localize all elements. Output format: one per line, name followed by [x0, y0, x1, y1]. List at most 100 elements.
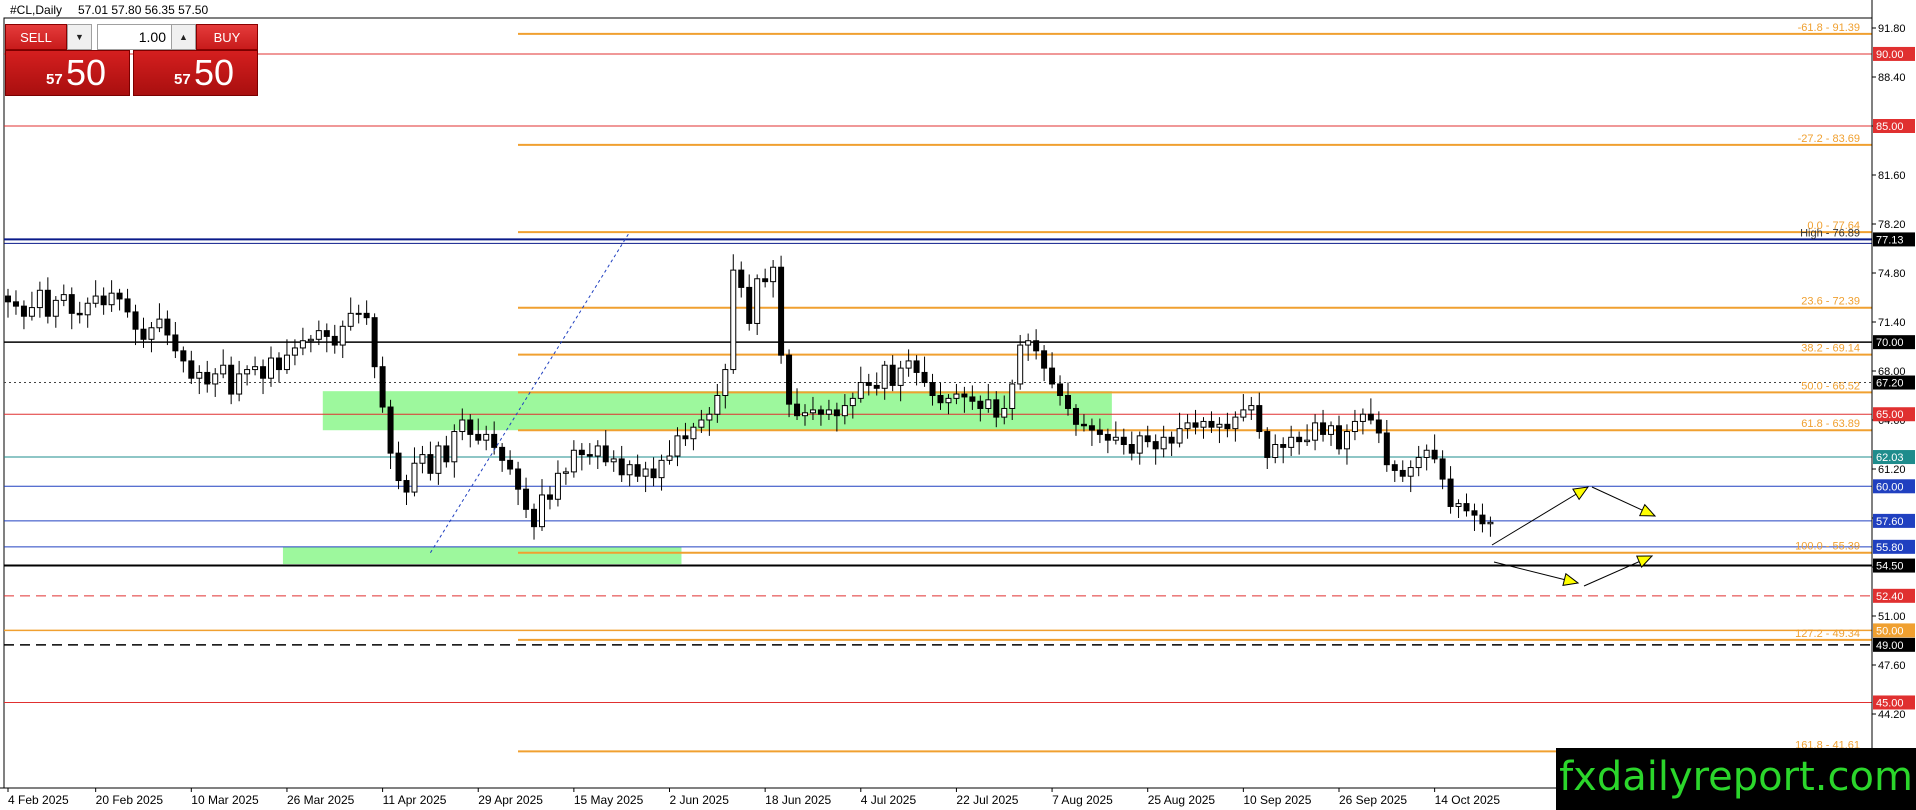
time-axis-tick-label: 10 Sep 2025	[1243, 793, 1311, 807]
time-axis-tick-label: 20 Feb 2025	[96, 793, 164, 807]
candle-body	[1431, 449, 1438, 460]
candle-body	[714, 395, 721, 415]
level-price-badge-label: 90.00	[1876, 49, 1904, 61]
candle-body	[499, 446, 506, 461]
price-axis-tick-label: 71.40	[1878, 317, 1906, 329]
sell-price[interactable]: 57 50	[5, 50, 130, 96]
candle-body	[52, 299, 59, 317]
candle-body	[443, 445, 450, 463]
candle-body	[467, 419, 474, 435]
candle-body	[1407, 467, 1414, 477]
candle-body	[1136, 435, 1143, 454]
high-label: High - 76.89	[1800, 227, 1860, 239]
candle-body	[809, 409, 816, 414]
candle-body	[252, 366, 259, 371]
chart-ohlc: 57.01 57.80 56.35 57.50	[78, 3, 208, 17]
candle-body	[283, 354, 290, 371]
candle-body	[1088, 425, 1095, 431]
price-axis-tick-label: 81.60	[1878, 170, 1906, 182]
time-axis-tick-label: 11 Apr 2025	[383, 793, 447, 807]
candle-body	[1423, 449, 1430, 458]
fibonacci-level-label: -61.8 - 91.39	[1798, 22, 1860, 34]
candle-body	[1240, 409, 1247, 418]
candle-body	[76, 312, 83, 316]
level-price-badge-label: 70.00	[1876, 337, 1904, 349]
candle-body	[778, 266, 785, 356]
lot-size-input[interactable]: 1.00	[97, 24, 173, 50]
price-axis-tick-label: 61.20	[1878, 464, 1906, 476]
candle-body	[1367, 413, 1374, 421]
candle-body	[1320, 422, 1327, 435]
price-axis-tick-label: 44.20	[1878, 709, 1906, 721]
time-axis-tick-label: 14 Oct 2025	[1435, 793, 1501, 807]
time-axis-tick-label: 7 Aug 2025	[1052, 793, 1113, 807]
one-click-trade-panel: SELL ▼ 1.00 ▲ BUY 57 50 57 50	[5, 24, 258, 96]
candle-body	[411, 462, 418, 493]
candle-body	[204, 371, 211, 385]
candle-body	[1479, 514, 1486, 525]
time-axis-tick-label: 15 May 2025	[574, 793, 644, 807]
candle-body	[124, 298, 131, 313]
candle-body	[881, 364, 888, 389]
candle-body	[977, 400, 984, 409]
level-price-badge-label: 54.50	[1876, 561, 1904, 573]
candle-body	[1359, 413, 1366, 422]
candle-body	[1152, 441, 1159, 450]
candle-body	[1375, 419, 1382, 434]
level-price-badge-label: 77.13	[1876, 234, 1904, 246]
support-resistance-zone	[282, 546, 682, 565]
time-axis-tick-label: 22 Jul 2025	[956, 793, 1018, 807]
candle-body	[786, 354, 793, 405]
time-axis-tick-label: 18 Jun 2025	[765, 793, 831, 807]
lot-increase-button[interactable]: ▲	[171, 24, 196, 50]
candle-body	[1080, 423, 1087, 427]
candle-body	[1351, 420, 1358, 433]
fibonacci-level-label: 127.2 - 49.34	[1795, 628, 1860, 640]
candle-body	[260, 366, 267, 379]
buy-button[interactable]: BUY	[196, 24, 258, 50]
time-axis-tick-label: 26 Sep 2025	[1339, 793, 1407, 807]
level-price-badge-label: 62.03	[1876, 452, 1904, 464]
buy-price[interactable]: 57 50	[133, 50, 258, 96]
candle-body	[1057, 383, 1064, 396]
candle-body	[905, 360, 912, 369]
sell-price-small: 57	[46, 71, 63, 88]
candle-body	[307, 338, 314, 342]
candle-body	[1447, 478, 1454, 507]
candle-body	[355, 312, 362, 315]
candle-body	[546, 494, 553, 500]
candle-body	[387, 406, 394, 454]
candle-body	[762, 278, 769, 283]
candle-body	[1288, 436, 1295, 448]
candle-body	[1112, 436, 1119, 441]
candle-body	[515, 468, 522, 490]
candle-body	[841, 405, 848, 417]
candle-body	[1335, 425, 1342, 450]
candle-body	[1176, 428, 1183, 444]
sell-button[interactable]: SELL	[5, 24, 67, 50]
level-price-badge-label: 67.20	[1876, 378, 1904, 390]
candle-body	[1272, 444, 1279, 458]
price-axis-tick-label: 91.80	[1878, 23, 1906, 35]
candle-body	[873, 384, 880, 389]
candle-body	[451, 431, 458, 463]
candle-body	[299, 340, 306, 349]
candle-body	[1168, 436, 1175, 444]
candle-body	[562, 471, 569, 474]
candle-body	[172, 334, 179, 352]
candle-body	[833, 409, 840, 417]
candle-body	[36, 289, 43, 309]
candle-body	[1184, 422, 1191, 430]
lot-decrease-button[interactable]: ▼	[67, 24, 92, 50]
candle-body	[1232, 416, 1239, 430]
candle-body	[164, 318, 171, 336]
candle-body	[180, 350, 187, 362]
candle-body	[108, 292, 115, 306]
candle-body	[953, 393, 960, 399]
candle-body	[28, 307, 35, 317]
candle-body	[770, 266, 777, 283]
candle-body	[1017, 344, 1024, 385]
level-price-badge-label: 45.00	[1876, 697, 1904, 709]
candle-body	[1248, 405, 1255, 411]
candle-body	[969, 396, 976, 402]
